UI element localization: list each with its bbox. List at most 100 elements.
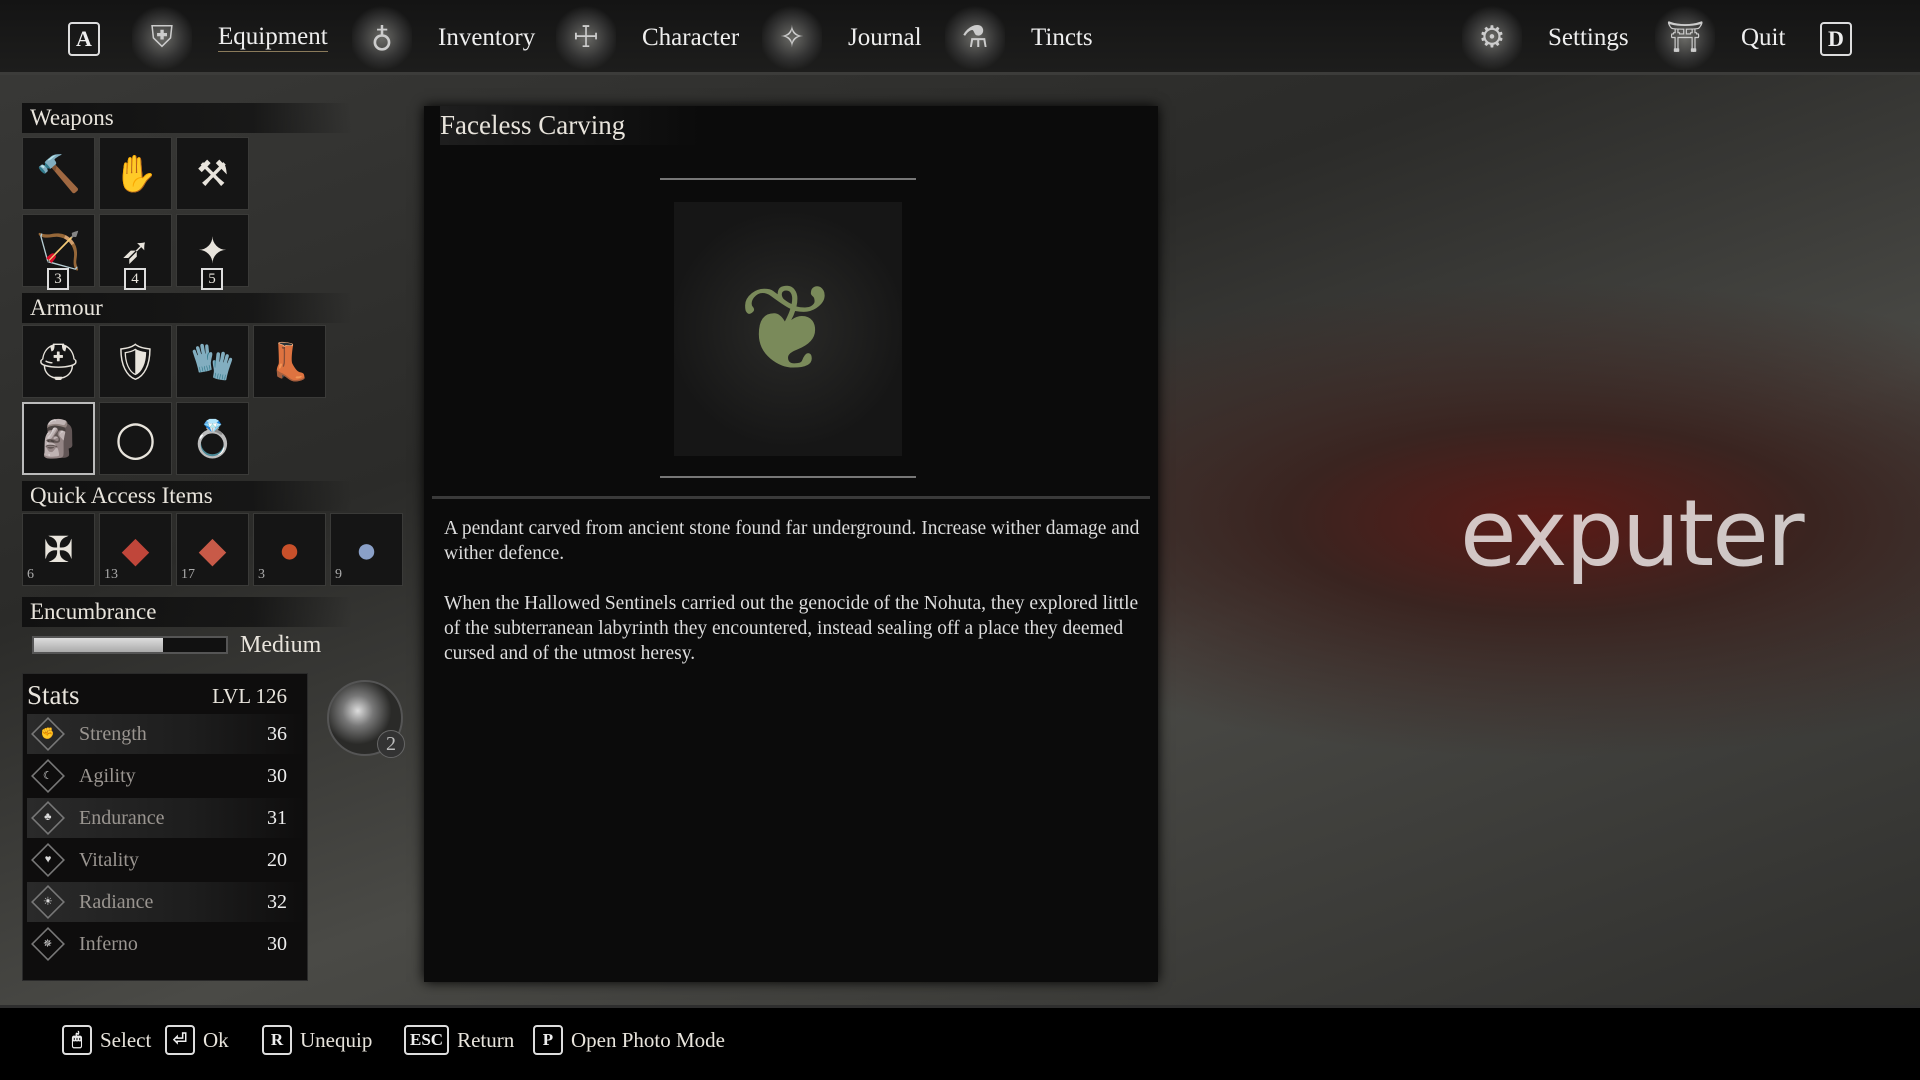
hint-unequip[interactable]: R Unequip [262,1025,372,1055]
stat-name: Inferno [79,932,138,955]
weapon-slot[interactable]: ➶ 4 [99,214,172,290]
item-description: A pendant carved from ancient stone foun… [444,518,1140,664]
skill-points-orb[interactable]: 2 [327,680,405,758]
item-icon: 🧤 [190,341,235,382]
watermark-logo: exputer [1460,480,1805,587]
quick-item-slot[interactable]: ● 3 [253,513,326,586]
sun-icon: ☀ [31,885,65,919]
item-count: 13 [104,567,118,582]
weapon-slot[interactable]: ⚒ [176,137,249,210]
item-icon: 👢 [267,341,312,382]
encumbrance-level: Medium [240,632,322,658]
item-icon: ◯ [115,418,156,459]
encumbrance-header: Encumbrance [22,597,352,627]
armor-icon: ♣ [31,801,65,835]
tab-inventory[interactable]: ♁ Inventory [352,0,535,75]
stat-value: 20 [267,848,287,871]
quick-item-slot[interactable]: ✠ 6 [22,513,95,586]
quick-item-slot[interactable]: ● 9 [330,513,403,586]
level-label: LVL 126 [212,684,287,708]
quick-item-slot[interactable]: ◆ 13 [99,513,172,586]
hint-label: Open Photo Mode [571,1027,725,1052]
hint-label: Ok [203,1027,229,1052]
quit-button[interactable]: ⛩ Quit [1655,0,1785,75]
key-icon: P [533,1025,563,1055]
top-nav-bar: A ⛨ Equipment ♁ Inventory ☩ Character ✧ Jour… [0,0,1920,75]
encumbrance-fill [34,638,163,652]
stat-row-agility[interactable]: ☾ Agility 30 [27,756,305,796]
item-count: 6 [27,567,34,582]
slot-number-badge: 4 [124,268,146,290]
item-icon: 🔨 [36,153,81,194]
item-icon: ⚒ [196,153,229,194]
stat-value: 36 [267,722,287,745]
slot-number-badge: 3 [47,268,69,290]
armour-slot[interactable]: ◯ [99,402,172,475]
weapons-header: Weapons [22,103,352,133]
armour-slot[interactable]: 🧤 [176,325,249,398]
boot-icon: ☾ [31,759,65,793]
faceless-carving-image: ❦ [674,202,902,456]
next-tab-key[interactable]: D [1820,22,1852,56]
pouch-icon: ♁ [352,2,412,73]
item-icon: ⛑ [35,341,82,382]
stat-name: Radiance [79,890,154,913]
slot-number-badge: 5 [201,268,223,290]
weapon-slot[interactable]: 🏹 3 [22,214,95,290]
tab-journal[interactable]: ✧ Journal [762,0,922,75]
tab-character[interactable]: ☩ Character [556,0,739,75]
settings-button[interactable]: ⚙ Settings [1462,0,1629,75]
item-icon: 🛡 [112,341,159,382]
stat-value: 30 [267,932,287,955]
stat-row-endurance[interactable]: ♣ Endurance 31 [27,798,305,838]
item-icon: ✋ [113,153,158,194]
hint-open-photo-mode[interactable]: P Open Photo Mode [533,1025,725,1055]
stat-row-inferno[interactable]: ✵ Inferno 30 [27,924,305,964]
divider [432,496,1150,499]
hint-return[interactable]: ESC Return [404,1025,514,1055]
encumbrance-bar [32,636,228,654]
armour-slot[interactable]: 💍 [176,402,249,475]
prev-tab-key[interactable]: A [68,22,100,56]
quick-access-header: Quick Access Items [22,481,352,511]
armour-slot[interactable]: ⛑ [22,325,95,398]
hint-select[interactable]: 🖱 Select [62,1025,151,1055]
stat-name: Strength [79,722,147,745]
stat-name: Endurance [79,806,165,829]
hint-label: Select [100,1027,152,1052]
stat-row-strength[interactable]: ✊ Strength 36 [27,714,305,754]
stat-value: 31 [267,806,287,829]
enter-key-icon: ⏎ [165,1025,195,1055]
item-count: 9 [335,567,342,582]
item-detail-panel: Faceless Carving ❦ A pendant carved from… [424,106,1158,982]
key-icon: R [262,1025,292,1055]
stat-row-radiance[interactable]: ☀ Radiance 32 [27,882,305,922]
weapon-slot[interactable]: ✦ 5 [176,214,249,290]
item-title: Faceless Carving [440,106,700,145]
quick-item-slot[interactable]: ◆ 17 [176,513,249,586]
flame-icon: ✵ [31,927,65,961]
weapon-slot[interactable]: 🔨 [22,137,95,210]
item-image-frame: ❦ [660,178,916,478]
skill-points-count: 2 [377,730,405,758]
tab-tincts[interactable]: ⚗ Tincts [945,0,1093,75]
mouse-icon: 🖱 [62,1025,92,1055]
armour-header: Armour [22,293,352,323]
shield-icon: ⛨ [132,2,192,73]
weapon-slot[interactable]: ✋ [99,137,172,210]
hint-ok[interactable]: ⏎ Ok [165,1025,229,1055]
stats-panel: Stats LVL 126 ✊ Strength 36 ☾ Agility 30 ♣ Endu… [22,673,308,981]
armour-slot[interactable]: 🗿 [22,402,95,475]
hint-label: Return [457,1027,515,1052]
fist-icon: ✊ [31,717,65,751]
tab-equipment[interactable]: ⛨ Equipment [132,0,328,75]
heart-icon: ♥ [31,843,65,877]
stat-value: 32 [267,890,287,913]
character-icon: ☩ [556,2,616,73]
armour-slot[interactable]: 🛡 [99,325,172,398]
stat-name: Vitality [79,848,139,871]
stat-row-vitality[interactable]: ♥ Vitality 20 [27,840,305,880]
tincts-icon: ⚗ [945,2,1005,73]
item-icon: 💍 [190,418,235,459]
armour-slot[interactable]: 👢 [253,325,326,398]
